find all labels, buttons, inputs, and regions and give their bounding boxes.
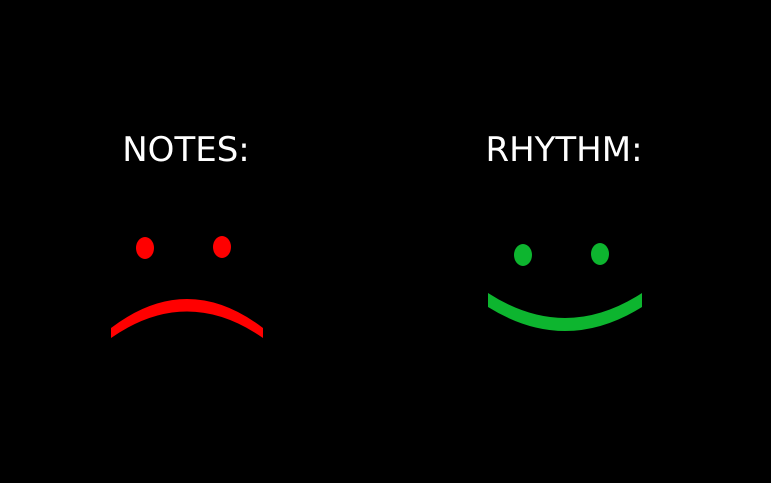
happy-face-left-eye [514,244,532,266]
happy-face-right-eye [591,243,609,265]
stage: NOTES: RHYTHM: [0,0,771,483]
rhythm-label: RHYTHM: [485,130,643,170]
sad-face-right-eye [213,236,231,258]
sad-face-icon [111,236,263,338]
notes-label: NOTES: [122,130,250,170]
happy-face-mouth [488,293,642,331]
sad-face-mouth [111,299,263,338]
sad-face-left-eye [136,237,154,259]
happy-face-icon [488,243,642,331]
